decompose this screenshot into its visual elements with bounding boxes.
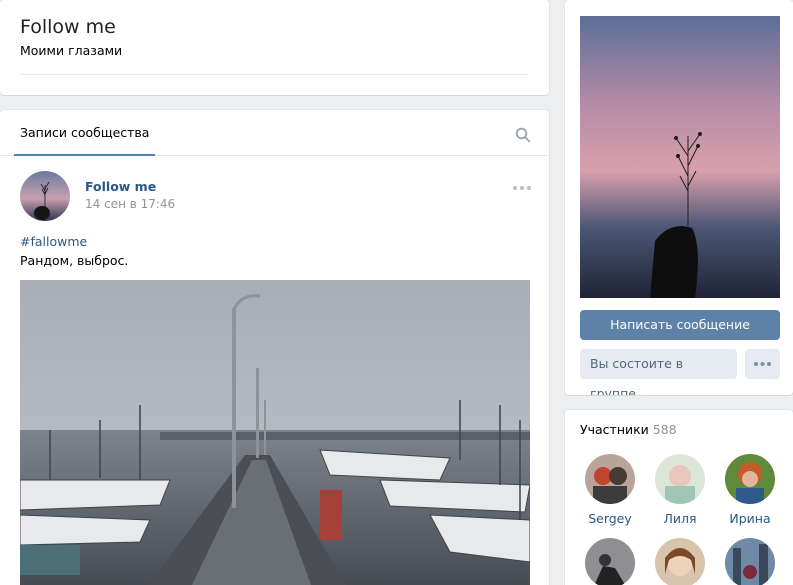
avatar <box>725 538 775 585</box>
post-author-name[interactable]: Follow me <box>85 179 156 194</box>
more-dots-icon[interactable] <box>511 183 533 193</box>
member-name: Ирина <box>729 511 771 526</box>
avatar <box>655 454 705 504</box>
post-author-avatar[interactable] <box>20 171 70 221</box>
avatar <box>585 454 635 504</box>
avatar <box>585 538 635 585</box>
avatar <box>725 454 775 504</box>
community-wall: Записи сообщества Follow me 14 сен в 17:… <box>0 110 549 585</box>
members-title: Участники <box>580 422 649 437</box>
post-date[interactable]: 14 сен в 17:46 <box>85 197 175 211</box>
send-message-button[interactable]: Написать сообщение <box>580 310 780 340</box>
members-heading[interactable]: Участники 588 <box>580 422 677 437</box>
avatar <box>655 538 705 585</box>
more-dots-icon <box>754 362 771 366</box>
tab-community-posts[interactable]: Записи сообщества <box>14 110 156 156</box>
member-item[interactable] <box>715 538 785 585</box>
member-item[interactable] <box>645 538 715 585</box>
community-sidebar: Написать сообщение Вы состоите в группе⌵ <box>565 0 793 395</box>
community-header: Follow me Моими глазами <box>0 0 549 95</box>
wall-tabs: Записи сообщества <box>0 110 549 156</box>
membership-label: Вы состоите в группе <box>590 356 684 395</box>
page-title: Follow me <box>20 16 116 38</box>
member-item[interactable]: Sergey <box>575 454 645 526</box>
community-cover-photo[interactable] <box>580 16 780 298</box>
member-item[interactable]: Ирина <box>715 454 785 526</box>
search-icon[interactable] <box>515 127 531 143</box>
community-status: Моими глазами <box>20 43 123 58</box>
member-item[interactable]: Лиля <box>645 454 715 526</box>
members-block: Участники 588 Sergey Лиля Ирина <box>565 410 793 585</box>
chevron-down-icon: ⌵ <box>639 391 646 395</box>
membership-button[interactable]: Вы состоите в группе⌵ <box>580 349 737 395</box>
divider <box>20 74 529 75</box>
post-hashtag[interactable]: #fallowme <box>20 234 87 249</box>
more-actions-button[interactable] <box>745 349 780 379</box>
members-count: 588 <box>652 422 677 437</box>
member-name: Sergey <box>588 511 632 526</box>
post-text: Рандом, выброс. <box>20 253 129 268</box>
member-item[interactable] <box>575 538 645 585</box>
member-name: Лиля <box>663 511 697 526</box>
post-photo[interactable] <box>20 280 530 585</box>
